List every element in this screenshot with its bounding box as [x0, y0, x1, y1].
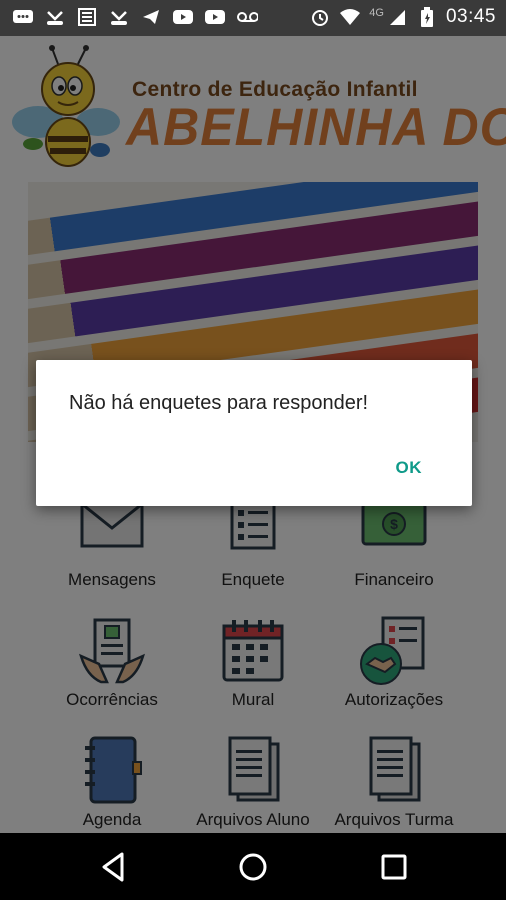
alert-dialog: Não há enquetes para responder! OK: [36, 360, 472, 506]
status-bar: 4G 03:45: [0, 0, 506, 36]
notification-icons: [12, 7, 258, 27]
back-icon[interactable]: [96, 850, 130, 884]
youtube-icon: [172, 7, 194, 27]
message-icon: [12, 7, 34, 27]
alarm-icon: [309, 7, 331, 27]
missed-call-icon: [44, 7, 66, 27]
missed-call-icon: [108, 7, 130, 27]
system-icons: 4G 03:45: [309, 6, 496, 28]
home-icon[interactable]: [236, 850, 270, 884]
ok-button[interactable]: OK: [396, 458, 423, 478]
wifi-icon: [339, 7, 361, 27]
dialog-message: Não há enquetes para responder!: [69, 392, 369, 414]
clock: 03:45: [445, 6, 496, 27]
telegram-icon: [140, 7, 162, 27]
signal-icon: [386, 7, 408, 27]
network-type: 4G: [369, 7, 384, 19]
voicemail-icon: [236, 7, 258, 27]
recents-icon[interactable]: [377, 850, 411, 884]
battery-icon: [416, 7, 438, 27]
news-icon: [76, 7, 98, 27]
navigation-bar: [0, 833, 506, 900]
youtube-icon: [204, 7, 226, 27]
